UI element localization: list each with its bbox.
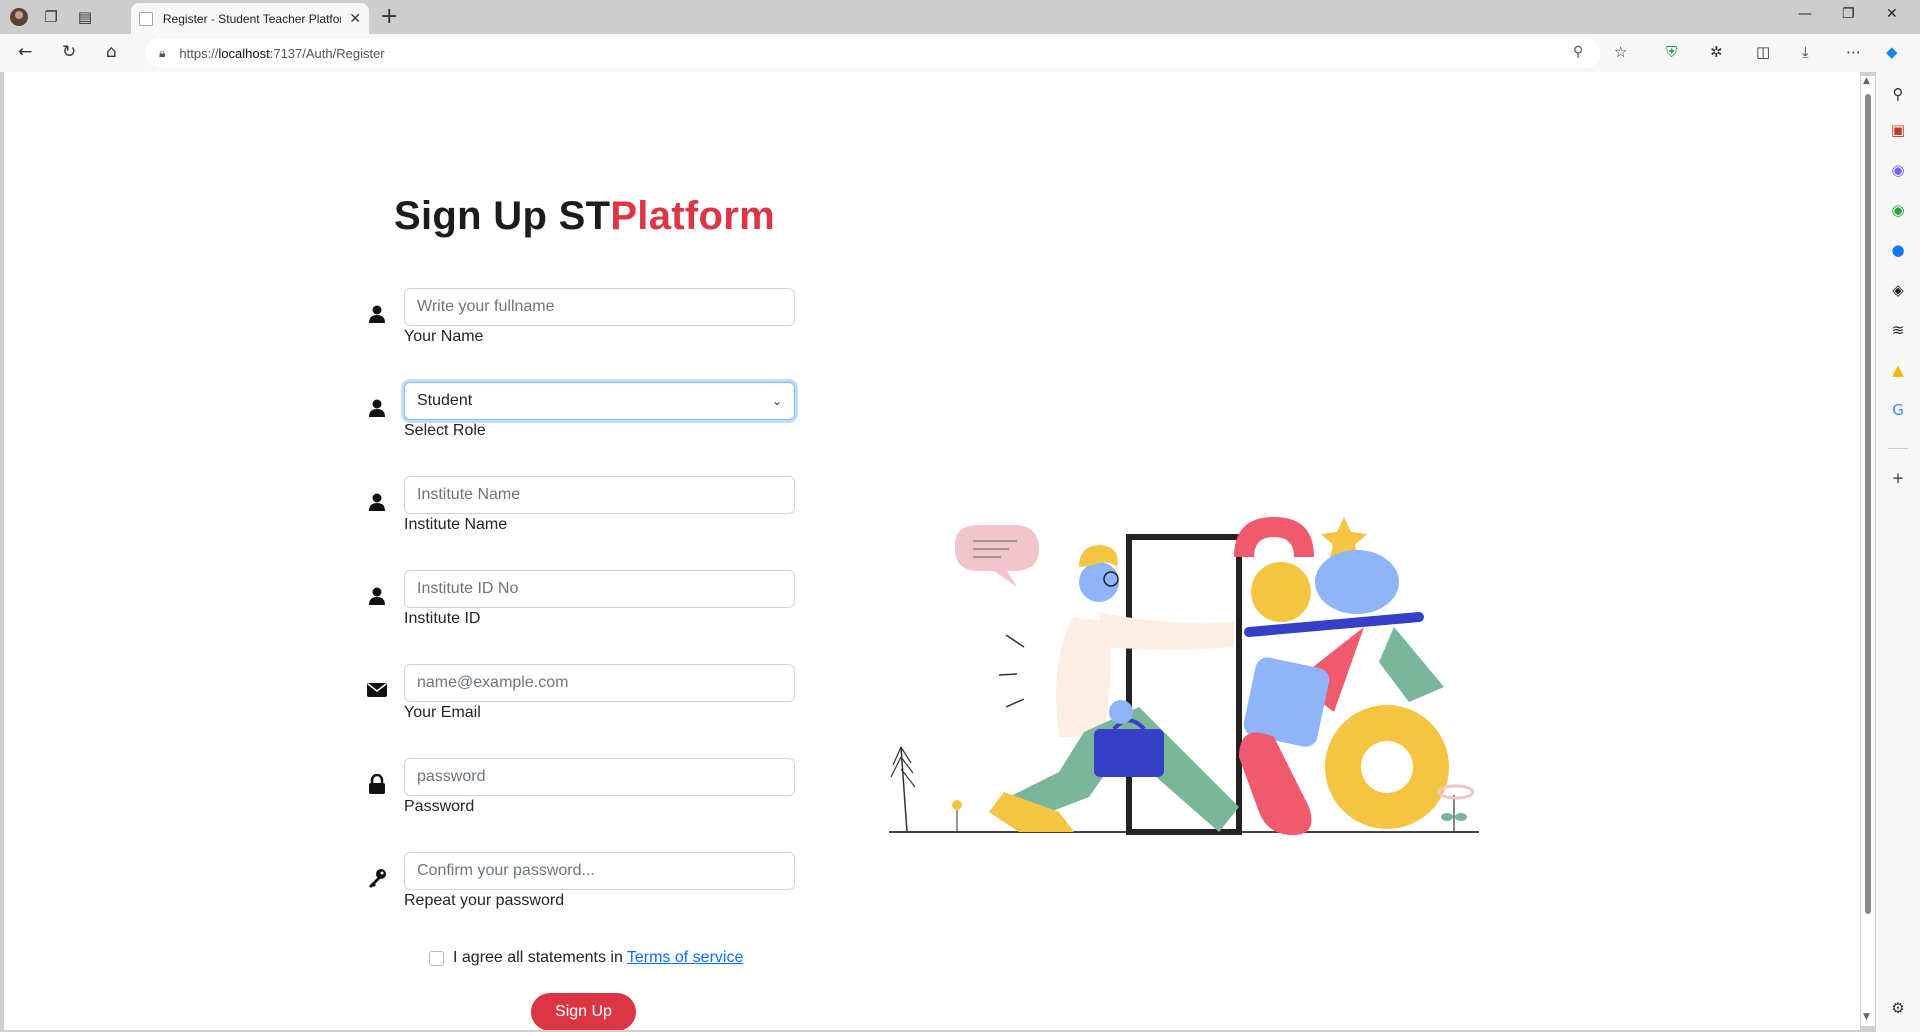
vertical-tabs-icon[interactable]: ▤ (74, 6, 96, 28)
terms-of-service-link[interactable]: Terms of service (627, 949, 743, 967)
minimize-icon[interactable]: — (1798, 6, 1812, 22)
whatsapp-icon[interactable]: ◉ (1886, 198, 1910, 222)
confirm-password-label: Repeat your password (404, 892, 565, 909)
site-info-lock-icon[interactable]: 🔒︎ (159, 46, 165, 61)
institute-id-label: Institute ID (404, 610, 481, 627)
fullname-input[interactable] (404, 288, 795, 326)
fullname-label: Your Name (404, 328, 484, 345)
page-title: Sign Up STPlatform (394, 194, 775, 239)
role-label: Select Role (404, 422, 486, 439)
page-scrollbar[interactable]: ▲ ▼ (1861, 76, 1875, 1026)
shield-extension-icon[interactable]: ⛨ (1666, 43, 1677, 61)
browser-sidebar: ⚲ ▣ ◉ ◉ ● ◈ ≋ ▲ G + ⚙ (1876, 72, 1920, 1032)
favorite-star-icon[interactable]: ☆ (1614, 43, 1627, 61)
tools-briefcase-icon[interactable]: ▣ (1886, 118, 1910, 142)
back-icon[interactable]: ← (18, 42, 32, 62)
scroll-down-icon[interactable]: ▼ (1863, 1012, 1870, 1022)
confirm-password-input[interactable] (404, 852, 795, 890)
restore-icon[interactable]: ❐ (1842, 6, 1855, 22)
active-tab[interactable]: Register - Student Teacher Platform ✕ (131, 3, 369, 34)
refresh-icon[interactable]: ↻ (62, 42, 76, 62)
google-drive-icon[interactable]: ▲ (1886, 358, 1910, 382)
title-plain: Sign Up ST (394, 194, 611, 238)
downloads-icon[interactable]: ⤓ (1802, 43, 1809, 61)
messenger-icon[interactable]: ◉ (1886, 158, 1910, 182)
sidebar-divider (1888, 448, 1908, 449)
password-input[interactable] (404, 758, 795, 796)
role-select-value: Student (417, 392, 473, 409)
signup-illustration (889, 517, 1479, 836)
extensions-icon[interactable]: ✲ (1710, 43, 1723, 61)
page-content: Sign Up STPlatform Your Name Student ⌄ S… (4, 72, 1860, 1030)
home-icon[interactable]: ⌂ (106, 42, 117, 62)
scrollbar-thumb[interactable] (1865, 94, 1871, 914)
search-icon[interactable]: ⚲ (1886, 82, 1910, 106)
bookstack-icon[interactable]: ≋ (1886, 318, 1910, 342)
collections-icon[interactable]: ❐ (40, 6, 62, 28)
email-input[interactable] (404, 664, 795, 702)
user-icon (364, 490, 390, 514)
chevron-down-icon: ⌄ (771, 394, 782, 408)
url-text: https://localhost:7137/Auth/Register (179, 45, 385, 61)
app-icon[interactable]: ◈ (1886, 278, 1910, 302)
copilot-icon[interactable]: ◆ (1886, 43, 1898, 61)
institute-name-input[interactable] (404, 476, 795, 514)
agree-text: I agree all statements in (453, 949, 623, 966)
email-label: Your Email (404, 704, 481, 721)
facebook-icon[interactable]: ● (1886, 238, 1910, 262)
settings-gear-icon[interactable]: ⚙ (1886, 996, 1910, 1020)
terms-agreement: I agree all statements in Terms of servi… (429, 949, 743, 967)
user-icon (364, 396, 390, 420)
tab-close-icon[interactable]: ✕ (349, 11, 361, 27)
terms-checkbox[interactable] (429, 950, 444, 966)
read-aloud-icon[interactable]: ⚲ (1573, 44, 1583, 60)
envelope-icon (364, 678, 390, 702)
sign-up-button[interactable]: Sign Up (531, 993, 636, 1030)
user-icon (364, 302, 390, 326)
more-menu-icon[interactable]: ⋯ (1846, 43, 1861, 61)
address-bar[interactable]: 🔒︎ https://localhost:7137/Auth/Register … (145, 38, 1600, 68)
add-app-icon[interactable]: + (1886, 466, 1910, 490)
tab-title: Register - Student Teacher Platform (162, 11, 342, 26)
title-accent: Platform (610, 194, 775, 238)
google-translate-icon[interactable]: G (1886, 398, 1910, 422)
split-screen-icon[interactable]: ◫ (1756, 43, 1770, 61)
institute-name-label: Institute Name (404, 516, 508, 533)
close-window-icon[interactable]: ✕ (1886, 6, 1898, 22)
profile-avatar-icon[interactable] (8, 6, 30, 28)
user-icon (364, 584, 390, 608)
lock-icon (364, 772, 390, 796)
institute-id-input[interactable] (404, 570, 795, 608)
key-icon (364, 866, 390, 890)
scroll-up-icon[interactable]: ▲ (1863, 76, 1870, 86)
role-select[interactable]: Student ⌄ (404, 382, 795, 420)
new-tab-icon[interactable]: + (380, 4, 398, 29)
browser-toolbar: ← ↻ ⌂ 🔒︎ https://localhost:7137/Auth/Reg… (0, 34, 1920, 72)
page-favicon-icon (139, 11, 153, 26)
password-label: Password (404, 798, 475, 815)
browser-tab-bar: ❐ ▤ Register - Student Teacher Platform … (0, 0, 1920, 34)
